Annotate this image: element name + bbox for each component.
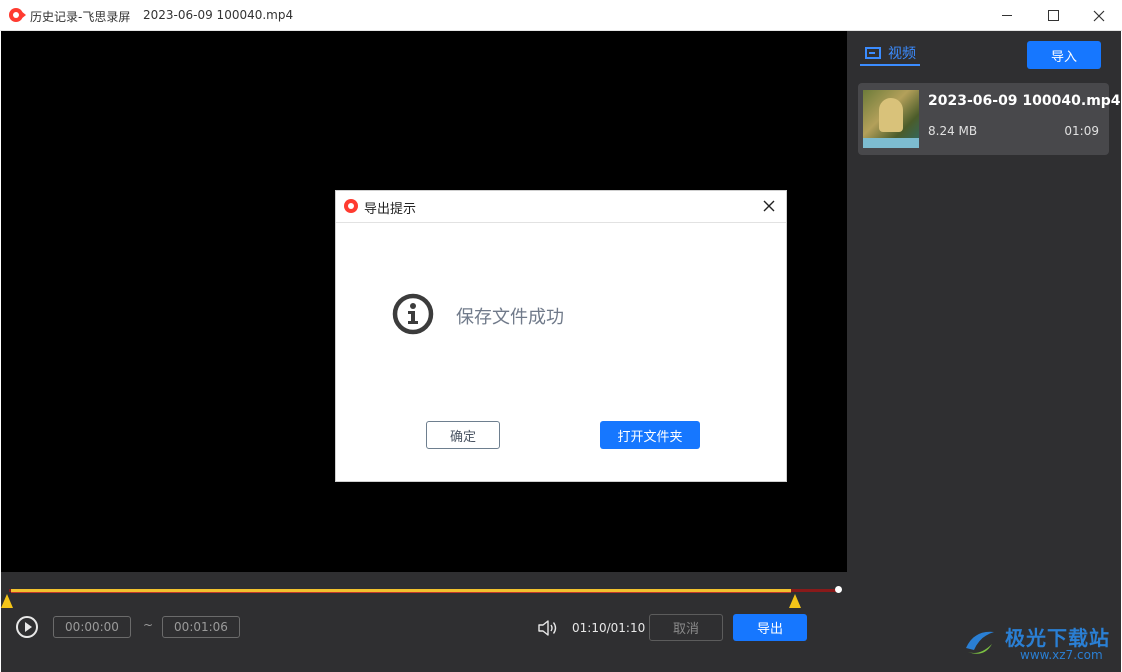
watermark: 极光下载站 www.xz7.com [960, 618, 1120, 670]
maximize-button[interactable] [1030, 0, 1076, 31]
app-title: 历史记录-飞思录屏 [30, 10, 131, 24]
ok-button[interactable]: 确定 [426, 421, 500, 449]
close-icon[interactable] [760, 197, 778, 215]
cancel-button[interactable]: 取消 [649, 614, 723, 641]
range-separator: ~ [143, 618, 154, 632]
export-dialog: 导出提示 保存文件成功 确定 打开文件夹 [335, 190, 787, 482]
trim-start-time-field[interactable]: 00:00:00 [53, 616, 131, 638]
watermark-text: 极光下载站 [1005, 626, 1110, 650]
tab-video[interactable]: 视频 [865, 41, 916, 65]
file-size: 8.24 MB [928, 124, 978, 138]
window-file-title: 2023-06-09 100040.mp4 [143, 8, 294, 22]
import-button[interactable]: 导入 [1027, 41, 1101, 69]
minimize-icon [1002, 15, 1012, 16]
open-folder-button[interactable]: 打开文件夹 [600, 421, 700, 449]
watermark-logo-icon [966, 631, 994, 654]
trim-end-time-field[interactable]: 00:01:06 [162, 616, 240, 638]
title-bar: 历史记录-飞思录屏 2023-06-09 100040.mp4 [0, 0, 1122, 31]
file-name: 2023-06-09 100040.mp4 [928, 93, 1121, 109]
close-window-button[interactable] [1076, 0, 1122, 31]
playback-time-readout: 01:10/01:10 [572, 621, 646, 635]
thumbnail-strip [863, 138, 919, 148]
maximize-icon [1047, 10, 1059, 21]
export-button[interactable]: 导出 [733, 614, 807, 641]
dialog-header: 导出提示 [336, 191, 786, 223]
dialog-title: 导出提示 [364, 202, 417, 217]
tab-active-indicator [860, 64, 920, 66]
timeline-selection[interactable] [11, 589, 791, 593]
app-logo-icon [9, 8, 26, 22]
dialog-message: 保存文件成功 [456, 307, 564, 328]
tab-video-label: 视频 [888, 46, 916, 62]
trim-end-handle[interactable] [789, 594, 801, 608]
trim-start-handle[interactable] [1, 594, 13, 608]
video-thumbnail [863, 90, 919, 148]
dialog-logo-icon [344, 199, 358, 213]
thumbnail-figure [879, 98, 903, 132]
playhead-knob[interactable] [835, 586, 842, 593]
play-button[interactable] [16, 616, 38, 638]
minimize-button[interactable] [984, 0, 1030, 31]
close-icon [1093, 10, 1105, 21]
playback-controls: 00:00:00 ~ 00:01:06 01:10/01:10 取消 导出 [1, 572, 847, 672]
media-sidebar: 视频 导入 2023-06-09 100040.mp4 8.24 MB 01:0… [847, 31, 1121, 672]
volume-icon[interactable] [537, 618, 559, 638]
info-icon [392, 293, 434, 335]
file-duration: 01:09 [1064, 124, 1099, 138]
video-list-icon [865, 47, 881, 59]
watermark-url: www.xz7.com [1020, 648, 1103, 662]
list-item[interactable]: 2023-06-09 100040.mp4 8.24 MB 01:09 [858, 83, 1121, 155]
